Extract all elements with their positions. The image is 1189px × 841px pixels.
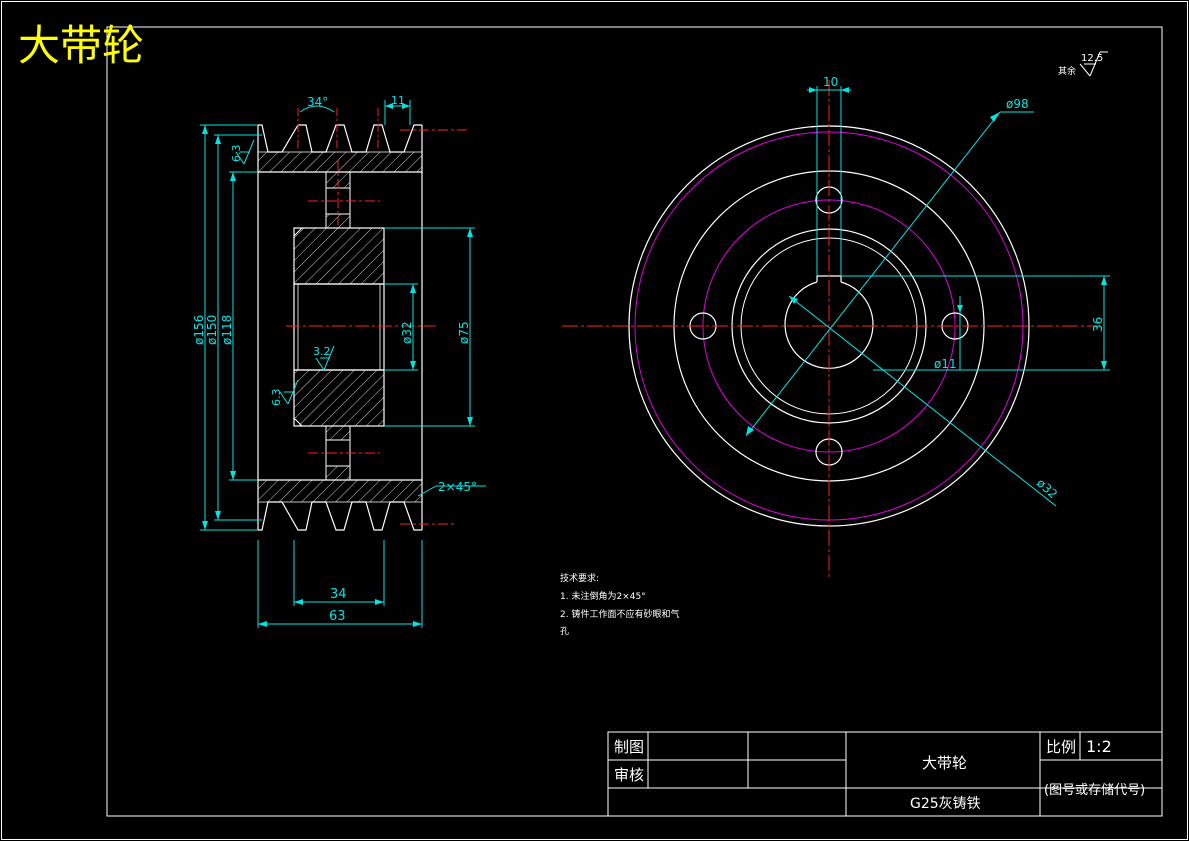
total-width-label: 63 — [329, 609, 346, 624]
title-block: 制图 审核 大带轮 G25灰铸铁 比例 1:2 (图号或存储代号) — [607, 731, 1163, 817]
hub-lower-section — [293, 369, 385, 427]
scale-value: 1:2 — [1086, 737, 1112, 756]
groove-angle-label: 34° — [307, 95, 328, 109]
key-width-label: 10 — [823, 75, 838, 89]
drawing-code: (图号或存储代号) — [1044, 783, 1145, 798]
groove-width-label: 11 — [391, 94, 405, 107]
bore-diameter-label: ø32 — [400, 321, 414, 344]
inner-border — [106, 26, 1163, 817]
bore-diameter-front-label: ø32 — [1034, 476, 1060, 502]
roughness-bore-label: 3.2 — [313, 345, 331, 358]
key-depth-label: 36 — [1091, 317, 1105, 332]
drawing-heading: 大带轮 — [18, 21, 144, 70]
notes-line-3: 孔 — [560, 626, 569, 637]
chamfer-label: 2×45° — [438, 480, 477, 494]
hub-bore — [293, 283, 385, 371]
drawing-canvas: 大带轮 其余 12.5 34° 11 ø156 ø150 ø118 ø32 ø7… — [1, 1, 1188, 840]
diameter-150-label: ø150 — [205, 315, 219, 345]
notes-title: 技术要求: — [560, 572, 599, 584]
bottom-rim-hatch — [258, 480, 422, 502]
front-arrowheads — [746, 87, 1107, 436]
outer-diameter-label: ø156 — [192, 315, 206, 345]
front-view: 10 ø98 36 ø11 ø32 — [562, 75, 1110, 578]
pitch-circle-label: ø98 — [1006, 97, 1029, 111]
notes-line-1: 1. 未注倒角为2×45° — [560, 590, 646, 602]
hole-diameter-label: ø11 — [934, 357, 957, 371]
bottom-groove-profile — [258, 501, 422, 531]
roughness-default-symbol: 其余 12.5 — [1058, 51, 1108, 77]
notes-line-2: 2. 铸件工作面不应有砂眼和气 — [560, 608, 679, 620]
hub-length-label: 34 — [330, 587, 347, 602]
top-groove-profile — [258, 124, 422, 153]
hub-upper-section — [293, 227, 385, 285]
part-name: 大带轮 — [922, 754, 967, 772]
side-section-view: 34° 11 ø156 ø150 ø118 ø32 ø75 34 63 2×45… — [192, 94, 486, 628]
material: G25灰铸铁 — [910, 796, 981, 812]
hub-diameter-label: ø75 — [457, 321, 471, 344]
technical-notes: 技术要求: 1. 未注倒角为2×45° 2. 铸件工作面不应有砂眼和气 孔 — [560, 572, 679, 637]
outer-border — [1, 1, 1188, 840]
scale-label: 比例 — [1046, 738, 1076, 756]
front-dimensions — [745, 86, 1110, 507]
reviewed-by-label: 审核 — [614, 766, 644, 784]
roughness-bottom-label: 6.3 — [270, 389, 283, 407]
drawn-by-label: 制图 — [614, 738, 644, 756]
roughness-default-label: 其余 — [1058, 65, 1076, 77]
roughness-default-value: 12.5 — [1081, 53, 1103, 64]
roughness-top-label: 6.3 — [230, 145, 243, 163]
diameter-118-label: ø118 — [220, 315, 234, 345]
top-rim-hatch — [258, 152, 422, 172]
